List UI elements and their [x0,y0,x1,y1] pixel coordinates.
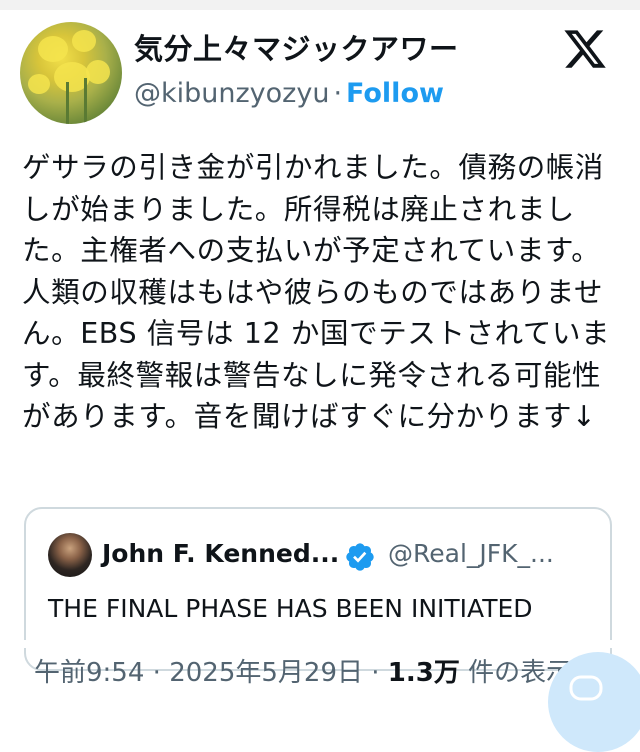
chat-bubble-icon [569,675,603,701]
author-handle-row: @kibunzyozyu · Follow [134,78,444,109]
author-display-name[interactable]: 気分上々マジックアワー [134,26,459,68]
view-count: 1.3万 [387,658,460,688]
tweet-time[interactable]: 午前9:54 [34,658,144,688]
author-handle[interactable]: @kibunzyozyu [134,78,329,109]
meta-separator: · [152,658,161,688]
tweet-date[interactable]: 2025年5月29日 [169,658,363,688]
floating-action-button[interactable] [548,652,640,752]
quote-author-avatar[interactable] [48,533,92,577]
separator-dot: · [333,78,343,109]
verified-badge-icon [346,543,374,571]
quote-text: THE FINAL PHASE HAS BEEN INITIATED [48,594,533,623]
author-avatar[interactable] [20,22,122,124]
quote-author-handle[interactable]: @Real_JFK_... [388,539,554,568]
quote-author-name[interactable]: John F. Kenned... [102,539,339,568]
clip-fade [0,640,640,648]
meta-separator: · [371,658,380,688]
x-logo-icon[interactable] [562,26,608,72]
follow-button[interactable]: Follow [346,78,444,109]
top-strip [0,0,640,10]
tweet-meta: 午前9:54 · 2025年5月29日 · 1.3万 件の表示 [34,652,572,689]
tweet-text: ゲサラの引き金が引かれました。債務の帳消しが始まりました。所得税は廃止されました… [22,151,611,433]
